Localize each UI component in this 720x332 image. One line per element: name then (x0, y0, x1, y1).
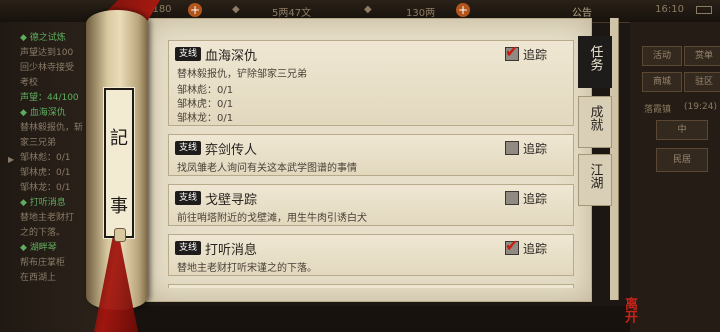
station-button[interactable]: 驻区 (684, 72, 720, 92)
track-toggle[interactable]: ✔ 追踪 (505, 236, 574, 257)
side-quest-tag: 支线 (175, 241, 201, 255)
quest-description: 替林毅报仇，铲除邹家三兄弟 (177, 69, 307, 80)
quest-log-line: 声望：44/100 (20, 93, 79, 103)
residence-button[interactable]: 民居 (656, 148, 708, 172)
track-checkbox[interactable] (505, 141, 519, 155)
journal-tabs: 任务 成就 江湖 (578, 36, 612, 296)
quest-entry[interactable]: 支线 打听消息替地主老财打听宋谨之的下落。 ✔ 追踪 (168, 234, 574, 276)
track-checkbox[interactable]: ✔ (505, 42, 519, 61)
quest-log-line: 考校 (20, 78, 39, 88)
silver-icon: ◆ (364, 4, 372, 15)
silver-counter: 130两 (406, 8, 436, 19)
track-toggle[interactable]: ✔ 追踪 (505, 42, 574, 63)
quest-log-line: 回少林寺接受 (20, 63, 75, 73)
quest-description: 替地主老财打听宋谨之的下落。 (177, 263, 317, 274)
shop-button[interactable]: 商城 (642, 72, 682, 92)
copper-counter: 5两47文 (272, 8, 312, 19)
quest-log-line: 在西湖上 (20, 273, 57, 283)
tab-tasks[interactable]: 任务 (578, 36, 612, 88)
quest-log-line: ◆ 湖畔琴 (20, 243, 57, 253)
quest-log-line: 之的下落。 (20, 228, 66, 238)
tab-achievements[interactable]: 成就 (578, 96, 612, 148)
coin-icon: ◆ (232, 4, 240, 15)
quest-log-line: 家三兄弟 (20, 138, 57, 148)
quest-entry[interactable]: 支线 戈壁寻踪前往哨塔附近的戈壁滩，用生牛肉引诱白犬 追踪 (168, 184, 574, 226)
track-label: 追踪 (523, 142, 548, 156)
checkmark-icon: ✔ (505, 236, 519, 255)
quest-entry[interactable]: 支线 血海深仇替林毅报仇，铲除邹家三兄弟 邹林彪：0/1 邹林虎：0/1 邹林龙：0/1… (168, 40, 574, 126)
tab-jianghu-label: 江湖 (587, 163, 603, 189)
side-quest-tag: 支线 (175, 47, 201, 61)
track-toggle[interactable]: 追踪 (505, 139, 574, 157)
quest-name: 血海深仇 (205, 49, 258, 64)
tab-tasks-label: 任务 (587, 45, 603, 71)
collapse-arrow-icon[interactable]: ▶ (8, 154, 14, 166)
right-menu-panel: 活动 赏单 商城 驻区 落霞镇 (19:24) 中 民居 (630, 22, 720, 332)
track-label: 追踪 (523, 192, 548, 206)
quest-log-line: ◆ 打听消息 (20, 198, 66, 208)
tab-achievements-label: 成就 (587, 105, 603, 131)
close-seal-button[interactable]: 离开 (612, 290, 646, 326)
quest-name: 打听消息 (205, 243, 258, 258)
quest-description: 找凤雏老人询问有关这本武学图谱的事情 (177, 163, 357, 174)
track-toggle[interactable]: 追踪 (505, 189, 574, 207)
quest-list[interactable]: 支线 血海深仇 替林毅报仇，铲除邹家三兄弟 邹林彪：0/1 邹林虎：0/1 邹林龙：0/1… (168, 40, 574, 288)
quest-log-line: ◆ 血海深仇 (20, 108, 66, 118)
quest-name: 弈剑传人 (205, 143, 258, 158)
quest-objective: 邹林龙：0/1 (177, 113, 234, 124)
quest-objective: 邹林彪：0/1 (177, 85, 234, 96)
quest-log-line: 帮布庄掌柜 (20, 258, 66, 268)
quest-log-line: 声望达到100 (20, 48, 74, 58)
close-seal-label: 离开 (622, 296, 637, 323)
track-checkbox[interactable] (505, 191, 519, 205)
bottom-action-bar (100, 306, 630, 332)
battery-icon (696, 6, 712, 14)
journal-title-char-2: 事 (110, 196, 128, 217)
side-quest-tag: 支线 (175, 141, 201, 155)
side-quest-tag: 支线 (175, 191, 201, 205)
location-name: 落霞镇 (644, 105, 672, 115)
quest-log-line: 替林毅报仇，斩 (20, 123, 84, 133)
journal-title-char-1: 記 (110, 128, 128, 149)
add-stamina-button[interactable]: + (188, 3, 202, 17)
quest-entry[interactable]: 支线 弈剑传人找凤雏老人询问有关这本武学图谱的事情 追踪 (168, 134, 574, 176)
track-label: 追踪 (523, 242, 548, 256)
checkmark-icon: ✔ (505, 286, 518, 288)
bounty-button[interactable]: 赏单 (684, 46, 720, 66)
track-label: 追踪 (523, 48, 548, 62)
quest-log-panel[interactable]: ▶ ◆ 德之试炼 声望达到100 回少林寺接受 考校声望：44/100 ◆ 血海深仇替林… (0, 22, 100, 332)
location-time: (19:24) (684, 102, 717, 112)
quest-objective: 邹林虎：0/1 (177, 99, 234, 110)
add-silver-button[interactable]: + (456, 3, 470, 17)
map-middle-button[interactable]: 中 (656, 120, 708, 140)
quest-log-line: 邹林虎：0/1 (20, 168, 71, 178)
clock: 16:10 (655, 4, 684, 15)
quest-log-line: ◆ 德之试炼 (20, 33, 66, 43)
quest-log-line: 替地主老财打 (20, 213, 75, 223)
journal-title-plaque: 記 事 (103, 87, 135, 239)
tab-jianghu[interactable]: 江湖 (578, 154, 612, 206)
quest-log-line: 邹林龙：0/1 (20, 183, 71, 193)
quest-log-line: 邹林彪：0/1 (20, 153, 71, 163)
activity-button[interactable]: 活动 (642, 46, 682, 66)
track-checkbox[interactable]: ✔ (505, 236, 519, 255)
checkmark-icon: ✔ (505, 42, 519, 61)
notice-button[interactable]: 公告 (572, 4, 592, 19)
quest-name: 戈壁寻踪 (205, 193, 258, 208)
tassel-knot (114, 228, 126, 242)
quest-entry[interactable]: 支线湖畔琴音✔追踪 (168, 284, 574, 288)
quest-description: 前往哨塔附近的戈壁滩，用生牛肉引诱白犬 (177, 213, 367, 224)
